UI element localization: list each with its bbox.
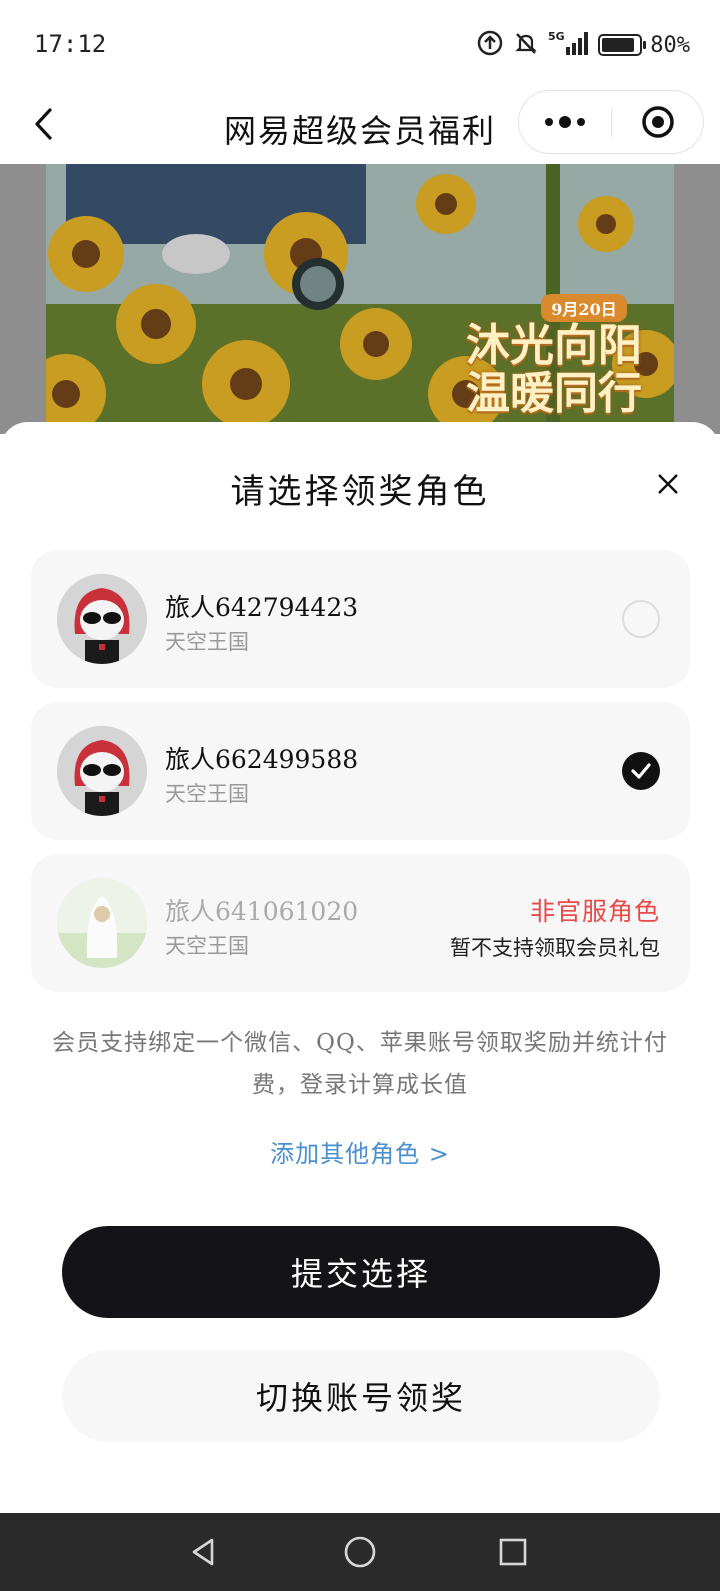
status-bar: 17:12 5G 80% [0, 0, 720, 86]
battery-percent: 80% [650, 32, 690, 58]
system-nav-bar [0, 1513, 720, 1591]
mute-bell-icon [512, 29, 540, 61]
role-option-3-disabled: 旅人641061020 天空王国 非官服角色 暂不支持领取会员礼包 [31, 854, 690, 992]
battery-icon [598, 34, 647, 56]
role-option-1[interactable]: 旅人642794423 天空王国 [31, 550, 690, 688]
battery-fill [602, 38, 635, 52]
capsule-menu [518, 90, 704, 154]
banner-line-1: 沐光向阳 [466, 320, 642, 371]
role-select-sheet: 请选择领奖角色 旅人642794423 天空王国 旅人662499588 天空王… [0, 422, 720, 1513]
sheet-title: 请选择领奖角色 [230, 472, 490, 512]
status-icons: 5G 80% [476, 28, 690, 62]
role-option-2[interactable]: 旅人662499588 天空王国 [31, 702, 690, 840]
role-name: 旅人662499588 [165, 745, 359, 774]
role-radio-checked[interactable] [622, 752, 660, 790]
unofficial-server-warning: 非官服角色 [529, 897, 660, 926]
role-server: 天空王国 [165, 630, 249, 654]
status-time: 17:12 [34, 30, 107, 58]
submit-selection-button[interactable]: 提交选择 [62, 1226, 660, 1318]
more-dot-center [559, 116, 571, 128]
nav-bar: 网易超级会员福利 [0, 86, 720, 164]
close-icon [658, 474, 678, 494]
checkmark-icon [631, 763, 651, 779]
role-avatar [57, 878, 147, 968]
circle-home-icon [344, 1536, 376, 1568]
more-button[interactable] [519, 91, 611, 153]
system-back-button[interactable] [184, 1532, 224, 1572]
role-server: 天空王国 [165, 782, 249, 806]
banner-line-2: 温暖同行 [466, 368, 642, 419]
switch-account-button[interactable]: 切换账号领奖 [62, 1350, 660, 1442]
masked-character-avatar-icon [57, 726, 147, 816]
data-saver-icon [476, 29, 504, 61]
binding-notice: 会员支持绑定一个微信、QQ、苹果账号领取奖励并统计付费，登录计算成长值 [52, 1030, 668, 1098]
unsupported-note: 暂不支持领取会员礼包 [450, 936, 660, 960]
role-server: 天空王国 [165, 934, 249, 958]
system-home-button[interactable] [340, 1532, 380, 1572]
role-avatar [57, 726, 147, 816]
signal-5g-icon: 5G [548, 29, 590, 61]
role-name: 旅人641061020 [165, 897, 359, 926]
more-dots-icon [545, 118, 553, 126]
masked-character-avatar-icon [57, 574, 147, 664]
triangle-back-icon [192, 1538, 214, 1566]
system-recents-button[interactable] [493, 1532, 533, 1572]
banner-backdrop: 9月20日 沐光向阳 温暖同行 [0, 164, 720, 434]
square-recents-icon [499, 1538, 527, 1566]
close-miniprogram-button[interactable] [612, 91, 704, 153]
more-dot-right [577, 118, 585, 126]
sheet-close-button[interactable] [650, 466, 686, 502]
svg-text:5G: 5G [548, 30, 565, 43]
add-other-role-link[interactable]: 添加其他角色 > [0, 1134, 720, 1169]
role-name: 旅人642794423 [165, 593, 359, 622]
role-radio-unchecked[interactable] [622, 600, 660, 638]
role-avatar [57, 574, 147, 664]
white-cloaked-character-avatar-icon [57, 878, 147, 968]
event-banner: 9月20日 沐光向阳 温暖同行 [46, 164, 674, 434]
banner-date: 9月20日 [541, 294, 627, 322]
banner-headline: 9月20日 沐光向阳 温暖同行 [444, 294, 664, 418]
target-close-icon [642, 106, 674, 138]
